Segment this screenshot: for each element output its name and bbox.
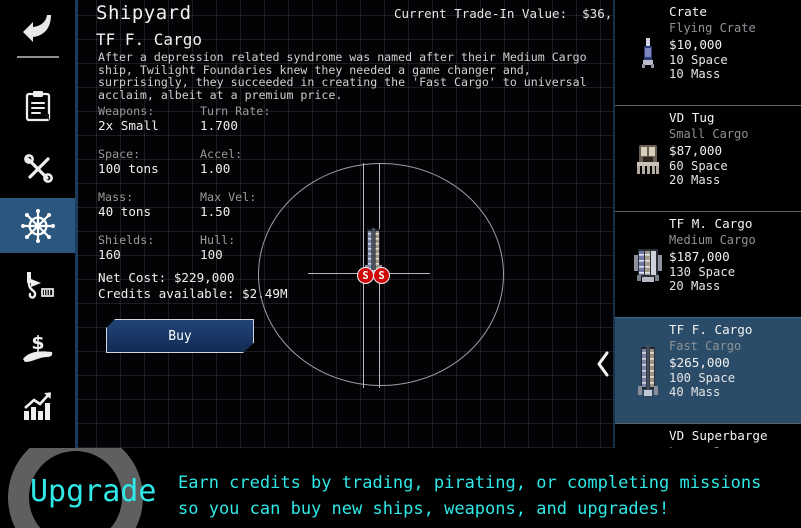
banner-heading: Upgrade <box>30 474 157 509</box>
stat-turn-rate: Turn Rate: 1.700 <box>200 104 322 133</box>
ship-list-price: $10,000 <box>669 37 723 52</box>
ship-list-item-info: TF F. Cargo Fast Cargo $265,000 100 Spac… <box>669 322 799 399</box>
ship-list-name: VD Superbarge <box>669 428 768 443</box>
crane-hook-icon <box>21 270 55 302</box>
nav-divider <box>17 56 59 58</box>
nav-item-shipyard[interactable] <box>0 198 75 253</box>
ship-list-class: Flying Crate <box>669 21 756 35</box>
ship-list-item[interactable]: Crate Flying Crate $10,000 10 Space 10 M… <box>613 0 801 105</box>
ship-list-item-selected[interactable]: TF F. Cargo Fast Cargo $265,000 100 Spac… <box>613 317 801 423</box>
ship-description: After a depression related syndrome was … <box>98 50 587 102</box>
ship-list-price: $187,000 <box>669 249 730 264</box>
ship-list-item[interactable]: TF M. Cargo Medium Cargo $187,000 130 Sp… <box>613 211 801 317</box>
banner-message: Earn credits by trading, pirating, or co… <box>178 473 762 519</box>
nav-item-crane[interactable] <box>0 258 75 313</box>
nav-item-trade[interactable]: $ <box>0 320 75 375</box>
ship-list-name: TF M. Cargo <box>669 216 753 231</box>
ship-list-item-info: TF M. Cargo Medium Cargo $187,000 130 Sp… <box>669 216 799 293</box>
ship-list-item-info: Crate Flying Crate $10,000 10 Space 10 M… <box>669 4 799 81</box>
chart-up-icon <box>22 391 54 421</box>
tip-banner: Upgrade Earn credits by trading, piratin… <box>0 448 801 528</box>
clipboard-icon <box>24 90 52 122</box>
back-arrow-icon <box>21 13 55 43</box>
ship-list-space: 60 Space <box>669 159 728 173</box>
ship-list-class: Small Cargo <box>669 127 749 141</box>
selected-ship-name: TF F. Cargo <box>96 30 202 49</box>
weapon-marker-left: S <box>357 267 374 284</box>
trade-in-label: Current Trade-In Value: <box>394 6 568 21</box>
ship-list[interactable]: Crate Flying Crate $10,000 10 Space 10 M… <box>613 0 801 450</box>
ship-list-space: 10 Space <box>669 53 728 67</box>
ship-list-name: TF F. Cargo <box>669 322 753 337</box>
ship-list-mass: 20 Mass <box>669 173 721 187</box>
ship-list-name: VD Tug <box>669 110 715 125</box>
ship-thumbnail-icon <box>625 22 671 84</box>
ship-list-mass: 40 Mass <box>669 385 721 399</box>
ship-list-price: $265,000 <box>669 355 730 370</box>
page-title: Shipyard <box>96 2 192 24</box>
nav-item-missions[interactable] <box>0 78 75 133</box>
ship-list-item-info: VD Tug Small Cargo $87,000 60 Space 20 M… <box>669 110 799 187</box>
ship-list-class: Fast Cargo <box>669 339 742 353</box>
ship-list-space: 130 Space <box>669 265 736 279</box>
ship-list-item-info: VD Superbarge Large Cargo <box>669 428 799 450</box>
ship-list-class: Medium Cargo <box>669 233 756 247</box>
ship-thumbnail-icon <box>625 234 671 296</box>
ship-thumbnail-icon <box>625 128 671 190</box>
nav-item-back[interactable] <box>0 0 75 55</box>
stat-label: Turn Rate: <box>200 104 271 118</box>
ship-list-name: Crate <box>669 4 707 19</box>
nav-item-outfitting[interactable] <box>0 140 75 195</box>
stat-label: Accel: <box>200 147 243 161</box>
ship-list-item[interactable]: VD Superbarge Large Cargo <box>613 423 801 450</box>
ship-list-item[interactable]: VD Tug Small Cargo $87,000 60 Space 20 M… <box>613 105 801 211</box>
nav-item-market[interactable] <box>0 378 75 433</box>
net-cost: Net Cost: $229,000 <box>98 270 235 285</box>
ship-list-mass: 10 Mass <box>669 67 721 81</box>
ship-list-mass: 20 Mass <box>669 279 721 293</box>
ship-list-space: 100 Space <box>669 371 736 385</box>
trade-in-value: Current Trade-In Value: $36,000 <box>394 6 635 21</box>
ship-preview: S S <box>258 163 506 388</box>
buy-button[interactable]: Buy <box>106 319 254 353</box>
stat-value: 1.700 <box>200 118 238 133</box>
ship-list-price: $87,000 <box>669 143 723 158</box>
money-hand-icon: $ <box>21 332 55 364</box>
ship-wheel-icon <box>20 208 55 243</box>
game-screen: $ Shipyard Current Trade-In Value: $36,0… <box>0 0 801 528</box>
ship-thumbnail-icon <box>625 340 671 402</box>
weapon-marker-right: S <box>373 267 390 284</box>
chevron-left-icon[interactable] <box>593 348 613 380</box>
svg-text:$: $ <box>31 332 44 354</box>
tools-icon <box>22 152 54 184</box>
